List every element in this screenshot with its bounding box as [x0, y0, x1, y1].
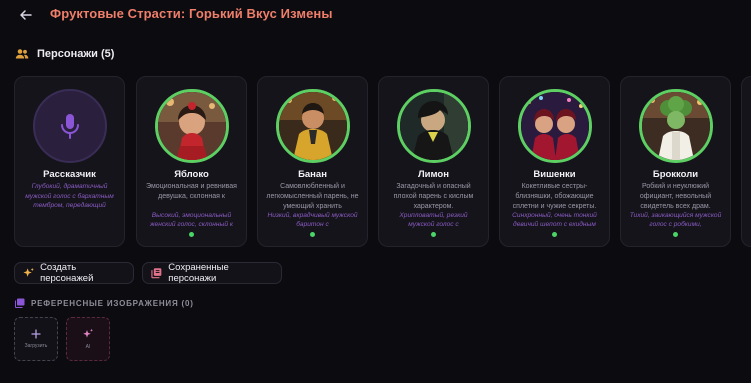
create-characters-button[interactable]: Создать персонажей [14, 262, 134, 284]
plus-icon [31, 329, 41, 339]
arrow-left-icon [20, 10, 32, 20]
character-card-broccoli[interactable]: Брокколи Робкий и неуклюжий официант, не… [620, 76, 731, 247]
top-bar: Фруктовые Страсти: Горький Вкус Измены [0, 0, 751, 30]
character-card-lemon[interactable]: Лимон Загадочный и опасный плохой парень… [378, 76, 489, 247]
character-name: Брокколи [652, 169, 699, 180]
sparkles-icon [23, 267, 34, 277]
character-card-apple[interactable]: Яблоко Эмоциональная и ревнивая девушка,… [136, 76, 247, 247]
character-card-cherries[interactable]: Вишенки Кокетливые сестры-близняшки, обо… [499, 76, 610, 247]
character-name: Лимон [418, 169, 449, 180]
character-avatar [638, 89, 713, 163]
character-voice: Глубокий, драматичный мужской голос с ба… [25, 183, 114, 209]
create-characters-label: Создать персонажей [40, 262, 94, 284]
character-description: Эмоциональная и ревнивая девушка, склонн… [146, 183, 237, 200]
narrator-avatar [32, 89, 107, 163]
status-dot [310, 232, 315, 237]
character-voice: Высокий, эмоциональный женский голос, ск… [150, 212, 233, 228]
character-description: Самовлюбленный и легкомысленный парень, … [266, 183, 359, 210]
character-card-narrator[interactable]: Рассказчик Глубокий, драматичный мужской… [14, 76, 125, 247]
character-avatar [396, 89, 471, 163]
characters-carousel[interactable]: Рассказчик Глубокий, драматичный мужской… [14, 76, 751, 248]
character-voice: Синхронный, очень тонкий девичий шепот с… [512, 212, 597, 228]
reference-images-header: РЕФЕРЕНСНЫЕ ИЗОБРАЖЕНИЯ (0) [15, 298, 194, 308]
characters-section-header: Персонажи (5) [15, 46, 114, 62]
character-name: Вишенки [533, 169, 576, 180]
character-description: Кокетливые сестры-близняшки, обожающие с… [512, 183, 597, 210]
users-icon [15, 49, 29, 59]
page-title: Фруктовые Страсти: Горький Вкус Измены [50, 6, 333, 21]
status-dot [189, 232, 194, 237]
images-icon [15, 298, 25, 308]
reference-images-title: РЕФЕРЕНСНЫЕ ИЗОБРАЖЕНИЯ (0) [31, 298, 194, 308]
status-dot [431, 232, 436, 237]
character-name: Яблоко [174, 169, 209, 180]
character-card-partial[interactable] [741, 76, 751, 247]
ai-generate-reference-button[interactable]: AI [66, 317, 110, 361]
status-dot [552, 232, 557, 237]
character-avatar [154, 89, 229, 163]
upload-reference-button[interactable]: Загрузить [14, 317, 58, 361]
character-name: Банан [298, 169, 327, 180]
character-avatar [275, 89, 350, 163]
character-avatar [517, 89, 592, 163]
status-dot [673, 232, 678, 237]
character-description: Загадочный и опасный плохой парень с кис… [393, 183, 474, 210]
character-card-banana[interactable]: Банан Самовлюбленный и легкомысленный па… [257, 76, 368, 247]
ai-label: AI [85, 344, 91, 350]
character-description: Робкий и неуклюжий официант, невольный с… [639, 183, 712, 210]
back-button[interactable] [14, 4, 38, 26]
saved-characters-button[interactable]: Сохраненные персонажи [142, 262, 282, 284]
character-voice: Тихий, заикающийся мужской голос с робки… [629, 212, 722, 228]
character-voice: Хрипловатый, резкий мужской голос с [399, 212, 468, 228]
characters-section-title: Персонажи (5) [37, 48, 115, 60]
saved-characters-label: Сохраненные персонажи [168, 262, 229, 284]
character-voice: Низкий, вкрадчивый мужской баритон с [267, 212, 358, 228]
upload-label: Загрузить [24, 343, 48, 349]
library-icon [151, 268, 162, 279]
character-name: Рассказчик [43, 169, 96, 180]
microphone-icon [60, 114, 79, 139]
ai-sparkles-icon [83, 328, 93, 338]
